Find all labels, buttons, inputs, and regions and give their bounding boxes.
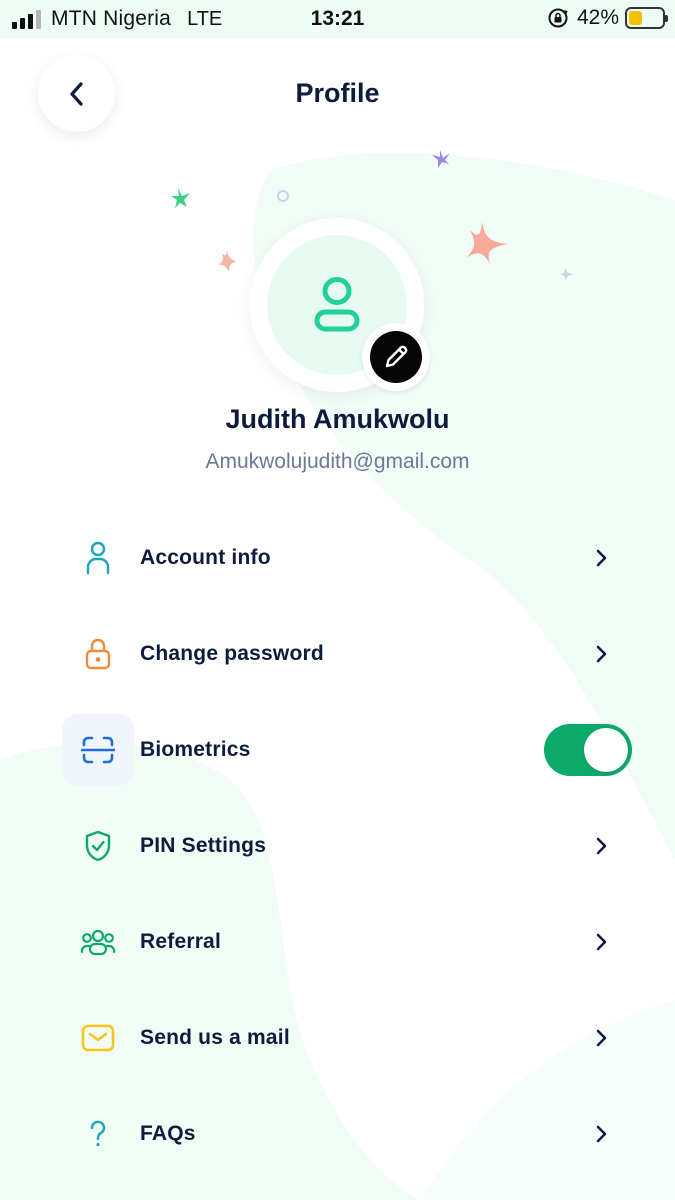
menu-icon-container xyxy=(62,810,134,882)
user-email: Amukwolujudith@gmail.com xyxy=(205,450,470,473)
menu-icon-container xyxy=(62,1098,134,1170)
chevron-right-icon xyxy=(586,1119,616,1149)
toggle-knob xyxy=(584,728,628,772)
menu-item-change-password[interactable]: Change password xyxy=(62,618,632,690)
pencil-icon xyxy=(385,345,408,368)
user-icon xyxy=(86,541,110,575)
menu-label: PIN Settings xyxy=(140,834,267,857)
menu-item-faqs[interactable]: FAQs xyxy=(62,1098,632,1170)
rotation-lock-icon xyxy=(548,8,568,28)
battery-icon xyxy=(625,7,668,29)
menu-item-send-mail[interactable]: Send us a mail xyxy=(62,1002,632,1074)
sparkle-icon xyxy=(171,188,190,208)
menu-label: Send us a mail xyxy=(140,1026,290,1049)
battery-percent: 42% xyxy=(576,6,619,29)
menu-icon-container xyxy=(62,1002,134,1074)
edit-avatar-button[interactable] xyxy=(362,323,430,391)
edit-avatar-inner xyxy=(370,331,422,383)
menu-item-referral[interactable]: Referral xyxy=(62,906,632,978)
chevron-right-icon xyxy=(586,927,616,957)
chevron-right-icon xyxy=(586,639,616,669)
sparkle-icon xyxy=(432,150,450,168)
page-title: Profile xyxy=(295,78,380,108)
user-icon xyxy=(314,277,360,332)
status-right: 42% xyxy=(547,6,668,30)
biometrics-toggle[interactable] xyxy=(544,724,632,776)
menu-label: Referral xyxy=(140,930,221,953)
user-name: Judith Amukwolu xyxy=(225,404,450,434)
menu-icon-container xyxy=(62,714,134,786)
status-bar: MTN Nigeria LTE 13:21 42% xyxy=(0,0,675,38)
menu-label: Biometrics xyxy=(140,738,251,761)
carrier-name: MTN Nigeria xyxy=(51,7,172,30)
menu-label: FAQs xyxy=(140,1122,196,1145)
network-type: LTE xyxy=(187,7,223,30)
chevron-right-icon xyxy=(586,1023,616,1053)
users-icon xyxy=(80,929,116,956)
lock-icon xyxy=(85,638,111,670)
shield-check-icon xyxy=(85,830,111,862)
menu-item-biometrics: Biometrics xyxy=(62,714,632,786)
sparkle-icon xyxy=(560,268,573,280)
menu-item-pin-settings[interactable]: PIN Settings xyxy=(62,810,632,882)
question-icon xyxy=(90,1120,106,1147)
status-left: MTN Nigeria LTE xyxy=(12,7,222,31)
face-scan-icon xyxy=(81,736,115,764)
dot-icon xyxy=(277,190,289,202)
menu-icon-container xyxy=(62,906,134,978)
chevron-right-icon xyxy=(586,831,616,861)
chevron-right-icon xyxy=(586,543,616,573)
menu-label: Change password xyxy=(140,642,324,665)
sparkle-icon xyxy=(218,251,237,272)
menu-icon-container xyxy=(62,522,134,594)
battery-level xyxy=(629,11,643,25)
menu-icon-container xyxy=(62,618,134,690)
sparkle-icon xyxy=(466,222,508,264)
mail-icon xyxy=(81,1024,115,1052)
signal-strength-icon xyxy=(12,9,41,29)
menu-item-account-info[interactable]: Account info xyxy=(62,522,632,594)
menu-label: Account info xyxy=(140,546,271,569)
